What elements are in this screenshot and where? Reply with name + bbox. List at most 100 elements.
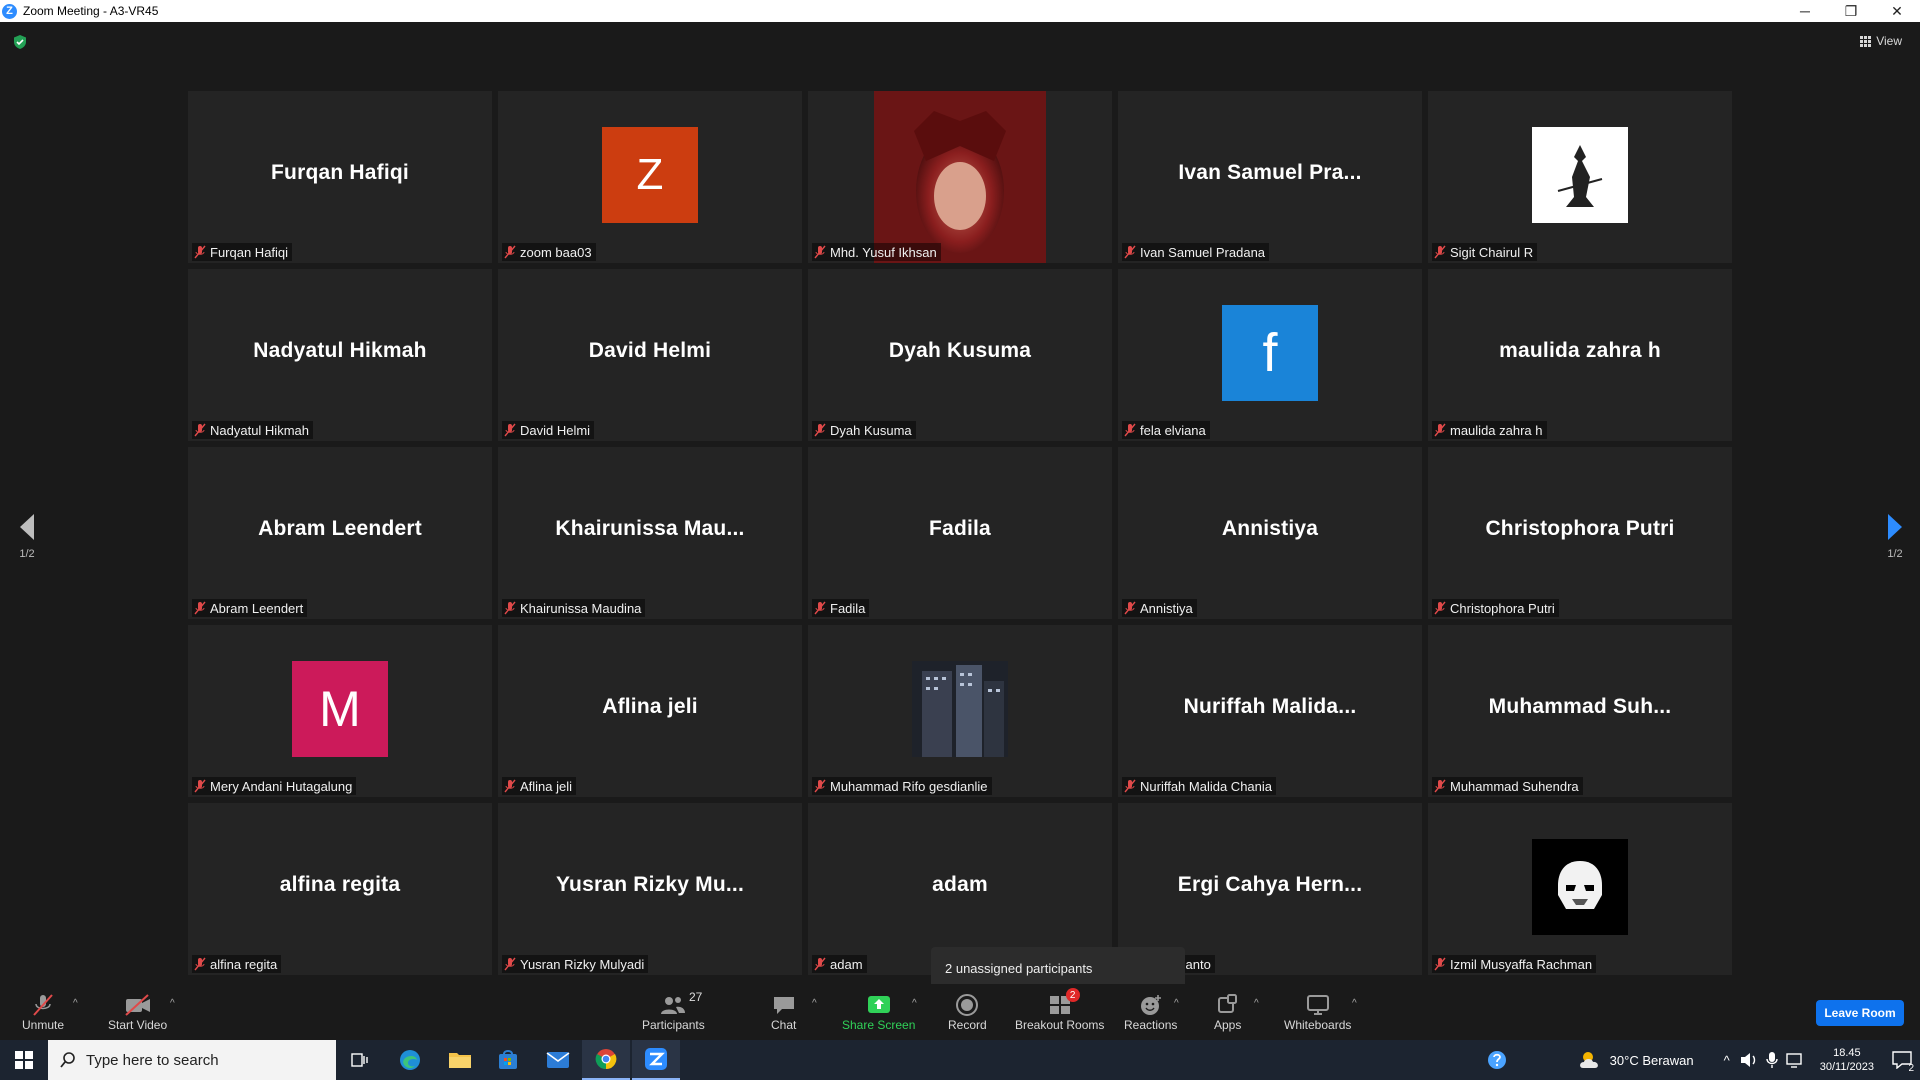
network-icon[interactable] <box>1786 1052 1804 1068</box>
apps-button[interactable]: Apps <box>1214 992 1241 1032</box>
record-icon <box>956 994 979 1016</box>
reactions-options-caret-icon[interactable]: ^ <box>1174 998 1179 1009</box>
weather-cloud-icon <box>1579 1052 1598 1068</box>
chat-icon <box>773 997 794 1014</box>
leave-room-button[interactable]: Leave Room <box>1816 1000 1904 1026</box>
participant-tile[interactable]: Abram Leendert Abram Leendert <box>188 447 492 619</box>
view-button[interactable]: View <box>1860 34 1902 48</box>
taskbar-clock[interactable]: 18.45 30/11/2023 <box>1820 1046 1874 1074</box>
participant-name: Christophora Putri <box>1450 600 1555 616</box>
participant-display-name: Aflina jeli <box>602 695 698 718</box>
start-video-button[interactable]: Start Video <box>108 992 167 1032</box>
participants-button[interactable]: 27 Participants <box>642 990 705 1032</box>
participant-name: Fadila <box>830 600 866 616</box>
participant-tile[interactable]: Christophora Putri Christophora Putri <box>1428 447 1732 619</box>
share-screen-button[interactable]: Share Screen <box>842 992 915 1032</box>
store-app-button[interactable] <box>484 1040 532 1080</box>
participant-display-name: maulida zahra h <box>1499 339 1661 362</box>
zoom-app-button[interactable] <box>632 1040 680 1080</box>
speaker-icon[interactable] <box>1740 1052 1758 1068</box>
apps-options-caret-icon[interactable]: ^ <box>1254 998 1259 1009</box>
mic-muted-icon <box>1124 779 1136 793</box>
participant-tile[interactable]: Yusran Rizky Mu... Yusran Rizky Mulyadi <box>498 803 802 975</box>
participant-tile[interactable]: Annistiya Annistiya <box>1118 447 1422 619</box>
mic-muted-icon <box>1124 245 1136 259</box>
whiteboard-options-caret-icon[interactable]: ^ <box>1352 998 1357 1009</box>
whiteboards-button[interactable]: Whiteboards <box>1284 992 1351 1032</box>
participants-icon <box>661 997 686 1014</box>
weather-text[interactable]: 30°C Berawan <box>1610 1053 1694 1068</box>
maximize-button[interactable]: ❐ <box>1828 0 1874 22</box>
participant-display-name: David Helmi <box>588 339 712 362</box>
tray-overflow-icon[interactable]: ^ <box>1724 1053 1730 1068</box>
mic-muted-icon <box>504 245 516 259</box>
mic-muted-icon <box>814 423 826 437</box>
chat-button[interactable]: Chat <box>771 992 796 1032</box>
participant-name-label: Sigit Chairul R <box>1432 243 1538 261</box>
participant-tile[interactable]: alfina regita alfina regita <box>188 803 492 975</box>
participant-tile[interactable]: Furqan Hafiqi Furqan Hafiqi <box>188 91 492 263</box>
apps-icon <box>1217 994 1237 1013</box>
participant-name-label: Khairunissa Maudina <box>502 599 646 617</box>
minimize-button[interactable]: ─ <box>1782 0 1828 22</box>
participant-display-name: Yusran Rizky Mu... <box>556 873 744 896</box>
task-view-button[interactable] <box>336 1040 384 1080</box>
participant-tile[interactable]: Nuriffah Malida... Nuriffah Malida Chani… <box>1118 625 1422 797</box>
participant-tile[interactable]: M Mery Andani Hutagalung <box>188 625 492 797</box>
mic-muted-icon <box>1434 601 1446 615</box>
share-options-caret-icon[interactable]: ^ <box>912 998 917 1009</box>
file-explorer-button[interactable] <box>436 1040 484 1080</box>
participant-name: fela elviana <box>1140 422 1206 438</box>
video-options-caret-icon[interactable]: ^ <box>170 998 175 1009</box>
participant-name: Ivan Samuel Pradana <box>1140 244 1266 260</box>
participant-tile[interactable]: Dyah Kusuma Dyah Kusuma <box>808 269 1112 441</box>
chrome-app-button[interactable] <box>582 1040 630 1080</box>
start-button[interactable] <box>0 1040 48 1080</box>
next-page-button[interactable]: 1/2 <box>1886 512 1904 560</box>
reactions-button[interactable]: Reactions <box>1124 992 1177 1032</box>
whiteboard-icon <box>1306 995 1329 1015</box>
participant-display-name: Nadyatul Hikmah <box>253 339 427 362</box>
zoom-app-icon <box>645 1048 667 1070</box>
encryption-shield-icon[interactable] <box>12 34 28 50</box>
mic-muted-icon <box>1434 245 1446 259</box>
edge-app-button[interactable] <box>386 1040 434 1080</box>
participant-tile[interactable]: Fadila Fadila <box>808 447 1112 619</box>
participant-tile[interactable]: Khairunissa Mau... Khairunissa Maudina <box>498 447 802 619</box>
unmute-button[interactable]: Unmute <box>22 992 64 1032</box>
participant-tile[interactable]: f fela elviana <box>1118 269 1422 441</box>
participant-name-label: Muhammad Rifo gesdianlie <box>812 777 992 795</box>
notification-count: 2 <box>1908 1063 1914 1074</box>
participant-tile[interactable]: Nadyatul Hikmah Nadyatul Hikmah <box>188 269 492 441</box>
grid-view-icon <box>1860 35 1872 47</box>
participant-name: Furqan Hafiqi <box>210 244 289 260</box>
mail-app-button[interactable] <box>534 1040 582 1080</box>
participant-tile[interactable]: Aflina jeli Aflina jeli <box>498 625 802 797</box>
participant-tile[interactable]: Z zoom baa03 <box>498 91 802 263</box>
microphone-icon[interactable] <box>1766 1051 1778 1069</box>
participant-name-label: maulida zahra h <box>1432 421 1547 439</box>
participant-name: Nuriffah Malida Chania <box>1140 778 1272 794</box>
participant-name: Nadyatul Hikmah <box>210 422 309 438</box>
whiteboards-label: Whiteboards <box>1284 1018 1352 1032</box>
participant-grid: Furqan Hafiqi Furqan Hafiqi Z zoom baa03… <box>188 91 1732 975</box>
participant-tile[interactable]: Sigit Chairul R <box>1428 91 1732 263</box>
close-button[interactable]: ✕ <box>1874 0 1920 22</box>
mic-muted-icon <box>1434 779 1446 793</box>
prev-page-button[interactable]: 1/2 <box>18 512 36 560</box>
help-icon[interactable] <box>1486 1049 1508 1071</box>
notification-center-button[interactable]: 2 <box>1884 1040 1920 1080</box>
participant-tile[interactable]: maulida zahra h maulida zahra h <box>1428 269 1732 441</box>
taskbar-search-box[interactable]: Type here to search <box>48 1040 336 1080</box>
chat-options-caret-icon[interactable]: ^ <box>812 998 817 1009</box>
participant-tile[interactable]: Muhammad Suh... Muhammad Suhendra <box>1428 625 1732 797</box>
participant-tile[interactable]: Ivan Samuel Pra... Ivan Samuel Pradana <box>1118 91 1422 263</box>
breakout-rooms-button[interactable]: 2 Breakout Rooms <box>1015 988 1104 1032</box>
participant-tile[interactable]: David Helmi David Helmi <box>498 269 802 441</box>
avatar: M <box>292 661 388 757</box>
participant-tile[interactable]: Muhammad Rifo gesdianlie <box>808 625 1112 797</box>
audio-options-caret-icon[interactable]: ^ <box>73 998 78 1009</box>
participant-tile[interactable]: Mhd. Yusuf Ikhsan <box>808 91 1112 263</box>
participant-tile[interactable]: Izmil Musyaffa Rachman <box>1428 803 1732 975</box>
record-button[interactable]: Record <box>948 992 987 1032</box>
